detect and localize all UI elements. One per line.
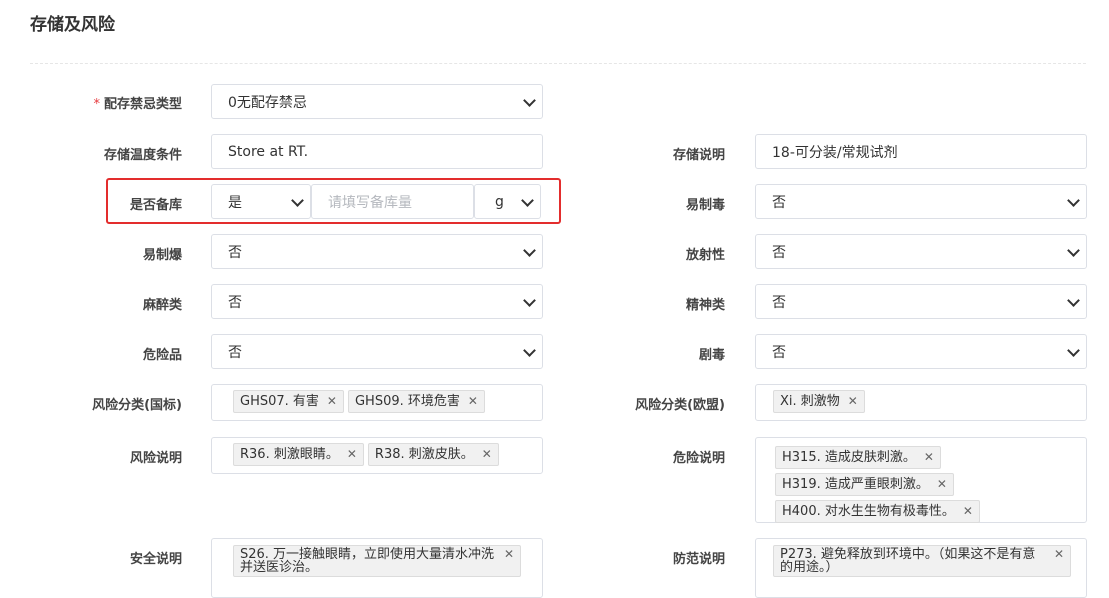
tag: GHS09. 环境危害 ✕ [347, 390, 485, 413]
tag: S26. 万一接触眼睛，立即使用大量清水冲洗并送医诊治。 ✕ [233, 545, 521, 577]
tag: GHS07. 有害 ✕ [233, 390, 344, 413]
psychotropic-select[interactable]: 否 [755, 284, 1087, 319]
close-icon[interactable]: ✕ [468, 394, 478, 408]
risk-class-cn-tag-input[interactable]: GHS07. 有害 ✕ GHS09. 环境危害 ✕ [211, 384, 543, 421]
highly-toxic-select[interactable]: 否 [755, 334, 1087, 369]
tag: H315. 造成皮肤刺激。 ✕ [775, 446, 941, 469]
easy-poison-label: 易制毒 [685, 198, 725, 213]
narcotic-label: 麻醉类 [142, 298, 182, 313]
chevron-down-icon [523, 93, 536, 107]
chevron-down-icon [1067, 193, 1080, 207]
highly-toxic-label: 剧毒 [698, 348, 725, 363]
safety-desc-label: 安全说明 [129, 552, 182, 567]
close-icon[interactable]: ✕ [963, 504, 973, 518]
required-mark: * [93, 97, 100, 112]
precaution-desc-tag-input[interactable]: P273. 避免释放到环境中。（如果这不是有意的用途。） ✕ [755, 538, 1087, 598]
tag: R36. 刺激眼睛。 ✕ [233, 443, 364, 466]
easy-poison-select[interactable]: 否 [755, 184, 1087, 219]
close-icon[interactable]: ✕ [347, 447, 357, 461]
chevron-down-icon [523, 343, 536, 357]
hazard-desc-label: 危险说明 [672, 451, 725, 466]
risk-class-eu-tag-input[interactable]: Xi. 刺激物 ✕ [755, 384, 1087, 421]
radioactive-select[interactable]: 否 [755, 234, 1087, 269]
precaution-desc-label: 防范说明 [672, 552, 725, 567]
easy-explosive-select[interactable]: 否 [211, 234, 543, 269]
storage-forbidden-type-label: * 配存禁忌类型 [93, 97, 182, 112]
narcotic-select[interactable]: 否 [211, 284, 543, 319]
tag: R38. 刺激皮肤。 ✕ [367, 443, 499, 466]
hazardous-label: 危险品 [142, 348, 182, 363]
risk-desc-label: 风险说明 [129, 451, 182, 466]
hazardous-select[interactable]: 否 [211, 334, 543, 369]
tag: P273. 避免释放到环境中。（如果这不是有意的用途。） ✕ [773, 545, 1071, 577]
chevron-down-icon [523, 243, 536, 257]
close-icon[interactable]: ✕ [924, 450, 934, 464]
psychotropic-label: 精神类 [685, 298, 725, 313]
easy-explosive-label: 易制爆 [142, 248, 182, 263]
tag: Xi. 刺激物 ✕ [773, 390, 865, 413]
close-icon[interactable]: ✕ [848, 394, 858, 408]
close-icon[interactable]: ✕ [937, 477, 947, 491]
chevron-down-icon [1067, 243, 1080, 257]
risk-class-eu-label: 风险分类(欧盟) [635, 398, 725, 413]
close-icon[interactable]: ✕ [504, 548, 514, 561]
tag: H400. 对水生生物有极毒性。 ✕ [775, 500, 980, 523]
hazard-desc-tag-input[interactable]: H315. 造成皮肤刺激。 ✕ H319. 造成严重眼刺激。 ✕ H400. 对水生… [755, 437, 1087, 523]
close-icon[interactable]: ✕ [482, 447, 492, 461]
storage-desc-input[interactable]: 18-可分装/常规试剂 [755, 134, 1087, 169]
close-icon[interactable]: ✕ [327, 394, 337, 408]
storage-temp-input[interactable]: Store at RT. [211, 134, 543, 169]
storage-forbidden-type-select[interactable]: 0无配存禁忌 [211, 84, 543, 119]
storage-desc-label: 存储说明 [672, 148, 725, 163]
risk-desc-tag-input[interactable]: R36. 刺激眼睛。 ✕ R38. 刺激皮肤。 ✕ [211, 437, 543, 474]
radioactive-label: 放射性 [685, 248, 725, 263]
storage-risk-form: 存储及风险 * 配存禁忌类型 0无配存禁忌 存储温度条件 Store at RT.… [0, 0, 1109, 598]
storage-temp-label: 存储温度条件 [103, 148, 182, 163]
tag: H319. 造成严重眼刺激。 ✕ [775, 473, 954, 496]
highlight-box [106, 178, 561, 224]
section-divider [30, 63, 1086, 64]
safety-desc-tag-input[interactable]: S26. 万一接触眼睛，立即使用大量清水冲洗并送医诊治。 ✕ [211, 538, 543, 598]
chevron-down-icon [1067, 343, 1080, 357]
section-title: 存储及风险 [30, 15, 115, 35]
chevron-down-icon [523, 293, 536, 307]
chevron-down-icon [1067, 293, 1080, 307]
risk-class-cn-label: 风险分类(国标) [92, 398, 182, 413]
close-icon[interactable]: ✕ [1054, 548, 1064, 561]
